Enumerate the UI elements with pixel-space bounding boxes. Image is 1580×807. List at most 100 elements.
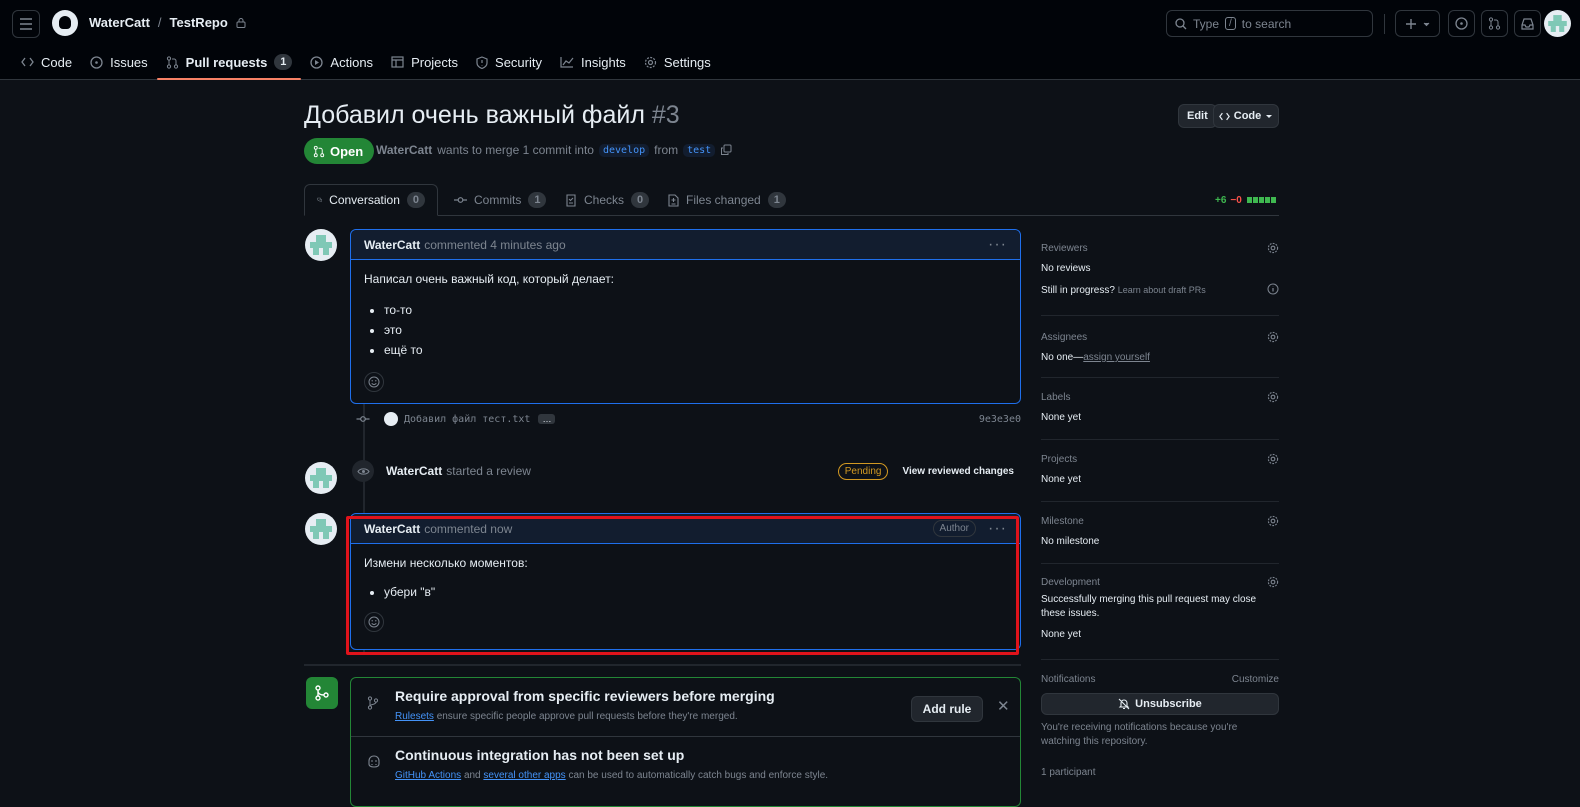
file-diff-icon <box>668 193 679 207</box>
commit-author-avatar[interactable] <box>384 412 398 426</box>
view-reviewed-changes-button[interactable]: View reviewed changes <box>902 466 1014 477</box>
pull-requests-button[interactable] <box>1481 10 1508 37</box>
kebab-menu-icon[interactable]: ··· <box>988 520 1007 538</box>
tab-commits[interactable]: Commits 1 <box>454 184 547 216</box>
smiley-icon <box>368 616 380 628</box>
tab-files-changed[interactable]: Files changed 1 <box>668 184 786 216</box>
tab-issues-label: Issues <box>110 54 148 70</box>
tab-projects[interactable]: Projects <box>382 48 467 76</box>
code-dropdown-button[interactable]: Code <box>1213 104 1279 128</box>
milestone-heading: Milestone <box>1041 515 1084 527</box>
unsubscribe-button[interactable]: Unsubscribe <box>1041 693 1279 715</box>
comment-text: Написал очень важный код, который делает… <box>364 272 615 286</box>
tab-insights[interactable]: Insights <box>551 48 635 76</box>
info-icon[interactable] <box>1267 283 1279 295</box>
ruleset-suggestion: Require approval from specific reviewers… <box>351 678 1020 737</box>
tab-conversation[interactable]: Conversation 0 <box>304 184 438 216</box>
base-branch[interactable]: develop <box>598 143 650 157</box>
github-logo-icon[interactable] <box>52 10 78 36</box>
breadcrumb-separator: / <box>157 15 162 30</box>
draft-prs-link[interactable]: Learn about draft PRs <box>1118 285 1206 295</box>
comment-author[interactable]: WaterCatt <box>364 522 420 536</box>
git-merge-icon <box>306 677 338 709</box>
copy-icon[interactable] <box>720 144 732 156</box>
comment-card: WaterCatt commented 4 minutes ago ··· На… <box>350 229 1021 404</box>
kebab-menu-icon[interactable]: ··· <box>988 236 1007 254</box>
git-pull-request-icon <box>1488 17 1501 30</box>
bell-slash-icon <box>1118 698 1130 710</box>
issue-opened-icon <box>1455 17 1468 30</box>
gear-icon[interactable] <box>1267 242 1279 254</box>
tab-commits-label: Commits <box>474 193 522 207</box>
hamburger-icon <box>20 18 32 30</box>
still-in-progress: Still in progress? <box>1041 285 1115 296</box>
pr-meta-text: wants to merge 1 commit into <box>437 143 594 157</box>
close-icon[interactable]: ✕ <box>997 697 1010 715</box>
tab-pull-requests[interactable]: Pull requests 1 <box>156 48 302 80</box>
gear-icon[interactable] <box>1267 576 1279 588</box>
add-reaction-button[interactable] <box>364 612 384 632</box>
gear-icon[interactable] <box>1267 331 1279 343</box>
play-icon <box>310 55 324 69</box>
tab-code[interactable]: Code <box>12 48 81 76</box>
customize-link[interactable]: Customize <box>1232 674 1279 685</box>
commit-message[interactable]: Добавил файл тест.txt <box>404 414 530 425</box>
list-item: ещё то <box>384 340 1007 360</box>
assignees-heading: Assignees <box>1041 331 1088 343</box>
create-new-button[interactable] <box>1395 10 1440 37</box>
timeline-divider <box>304 664 1021 666</box>
repo-link[interactable]: TestRepo <box>170 15 228 30</box>
identicon-icon <box>310 468 332 488</box>
sidebar-notifications: Notifications Customize Unsubscribe You'… <box>1041 672 1279 780</box>
ruleset-desc-text: ensure specific people approve pull requ… <box>436 711 738 722</box>
shield-icon <box>476 55 488 69</box>
copilot-icon <box>368 755 380 768</box>
github-actions-link[interactable]: GitHub Actions <box>395 770 461 781</box>
diffstat-added: +6 <box>1215 195 1227 206</box>
commit-sha[interactable]: 9e3e3e0 <box>979 414 1021 425</box>
add-reaction-button[interactable] <box>364 372 384 392</box>
gear-icon[interactable] <box>1267 391 1279 403</box>
tab-checks-label: Checks <box>584 193 625 207</box>
gear-icon[interactable] <box>1267 515 1279 527</box>
pr-author-link[interactable]: WaterCatt <box>376 143 432 157</box>
tab-files-changed-label: Files changed <box>686 193 761 207</box>
head-branch[interactable]: test <box>683 143 716 157</box>
add-rule-button[interactable]: Add rule <box>911 696 983 722</box>
review-author[interactable]: WaterCatt <box>386 464 442 478</box>
sidebar-development: Development Successfully merging this pu… <box>1041 575 1279 660</box>
breadcrumb: WaterCatt / TestRepo <box>89 15 246 30</box>
avatar[interactable] <box>305 229 337 261</box>
rulesets-link[interactable]: Rulesets <box>395 711 434 722</box>
other-apps-link[interactable]: several other apps <box>483 770 565 781</box>
expand-commit-button[interactable]: … <box>538 414 556 424</box>
tab-issues[interactable]: Issues <box>81 48 157 76</box>
menu-button[interactable] <box>12 10 40 38</box>
comment-author[interactable]: WaterCatt <box>364 238 420 252</box>
labels-heading: Labels <box>1041 391 1071 403</box>
ci-and-text: and <box>463 770 481 781</box>
review-event: WaterCatt started a review Pending View … <box>352 459 1021 483</box>
tab-actions[interactable]: Actions <box>301 48 382 76</box>
gear-icon[interactable] <box>1267 453 1279 465</box>
comment-timestamp[interactable]: commented now <box>424 522 512 536</box>
tab-checks[interactable]: Checks 0 <box>565 184 650 216</box>
plus-icon <box>1405 18 1429 29</box>
assign-yourself-link[interactable]: assign yourself <box>1083 352 1150 363</box>
avatar[interactable] <box>305 513 337 545</box>
avatar[interactable] <box>305 462 337 494</box>
inbox-button[interactable] <box>1514 10 1541 37</box>
review-action: started a review <box>446 464 531 478</box>
tab-settings[interactable]: Settings <box>635 48 720 76</box>
tab-security[interactable]: Security <box>467 48 551 76</box>
comment-list: убери "в" <box>384 582 1007 602</box>
user-avatar[interactable] <box>1544 10 1571 37</box>
development-heading: Development <box>1041 576 1100 588</box>
notifications-heading: Notifications <box>1041 673 1096 685</box>
edit-button[interactable]: Edit <box>1178 104 1217 128</box>
owner-link[interactable]: WaterCatt <box>89 15 150 30</box>
issues-button[interactable] <box>1448 10 1475 37</box>
search-input[interactable]: Type / to search <box>1166 10 1373 37</box>
search-placeholder-suffix: to search <box>1241 16 1292 31</box>
comment-timestamp[interactable]: commented 4 minutes ago <box>424 238 565 252</box>
